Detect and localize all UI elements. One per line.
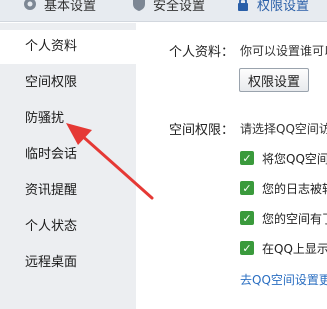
profile-section-desc: 你可以设置谁可以 bbox=[240, 44, 327, 58]
sidebar-item-remote-desktop[interactable]: 远程桌面 bbox=[0, 246, 136, 280]
tab-security-label: 安全设置 bbox=[153, 0, 206, 14]
tab-basic-label: 基本设置 bbox=[44, 0, 97, 14]
settings-content: 个人资料： 你可以设置谁可以 权限设置 空间权限： 请选择QQ空间访 ✓ 将您Q… bbox=[136, 23, 327, 309]
sidebar-item-anti-harassment[interactable]: 防骚扰 bbox=[0, 102, 136, 136]
tab-security-settings[interactable]: 安全设置 bbox=[131, 0, 205, 14]
space-section-label: 空间权限： bbox=[169, 123, 235, 138]
gear-icon bbox=[24, 0, 36, 10]
space-option-row[interactable]: ✓ 您的空间有了 bbox=[240, 210, 327, 226]
sidebar-item-profile[interactable]: 个人资料 bbox=[0, 30, 136, 64]
space-option-label: 您的空间有了 bbox=[262, 211, 327, 226]
qzone-settings-link[interactable]: 去QQ空间设置更 bbox=[240, 271, 327, 288]
space-option-row[interactable]: ✓ 在QQ上显示 bbox=[240, 240, 327, 256]
profile-section-label: 个人资料： bbox=[169, 45, 235, 60]
sidebar-item-personal-status[interactable]: 个人状态 bbox=[0, 210, 136, 244]
tab-permission-settings[interactable]: 权限设置 bbox=[235, 0, 309, 14]
settings-sidebar: 个人资料 空间权限 防骚扰 临时会话 资讯提醒 个人状态 远程桌面 bbox=[0, 23, 136, 309]
sidebar-item-space-permission[interactable]: 空间权限 bbox=[0, 66, 136, 100]
tab-basic-settings[interactable]: 基本设置 bbox=[22, 0, 96, 14]
tab-permission-label: 权限设置 bbox=[257, 0, 310, 14]
shield-icon bbox=[133, 0, 145, 11]
checkbox-checked-icon[interactable]: ✓ bbox=[240, 151, 254, 165]
lock-icon bbox=[238, 0, 248, 11]
checkbox-checked-icon[interactable]: ✓ bbox=[240, 211, 254, 225]
space-section-desc: 请选择QQ空间访 bbox=[240, 122, 327, 136]
settings-tab-bar: 基本设置 安全设置 权限设置 bbox=[0, 0, 327, 22]
sidebar-item-temp-chat[interactable]: 临时会话 bbox=[0, 138, 136, 172]
space-option-label: 在QQ上显示 bbox=[262, 241, 327, 256]
space-option-label: 将您QQ空间 bbox=[262, 151, 327, 166]
space-option-label: 您的日志被转 bbox=[262, 181, 327, 196]
space-option-row[interactable]: ✓ 将您QQ空间 bbox=[240, 150, 327, 166]
space-option-row[interactable]: ✓ 您的日志被转 bbox=[240, 180, 327, 196]
checkbox-checked-icon[interactable]: ✓ bbox=[240, 181, 254, 195]
sidebar-item-news-reminder[interactable]: 资讯提醒 bbox=[0, 174, 136, 208]
checkbox-checked-icon[interactable]: ✓ bbox=[240, 241, 254, 255]
permission-settings-button[interactable]: 权限设置 bbox=[239, 68, 309, 92]
